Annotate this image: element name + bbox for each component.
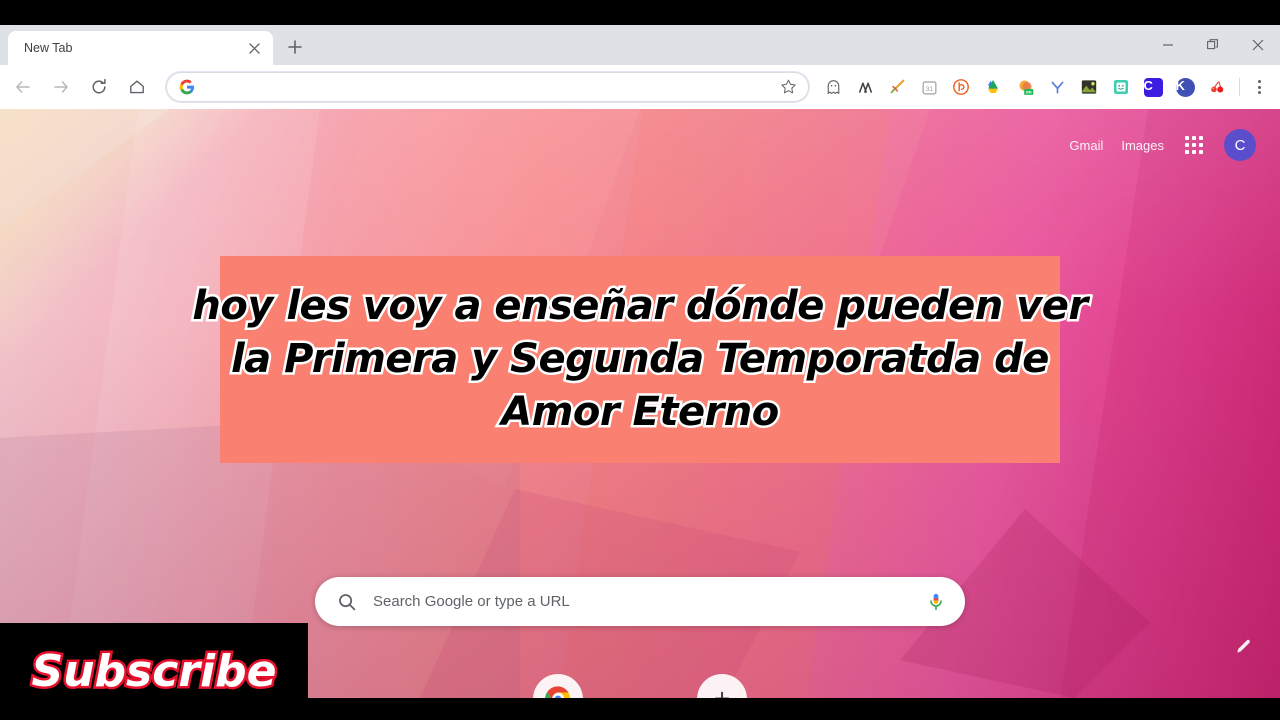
chrome-menu-button[interactable]: [1246, 73, 1272, 101]
cherry-extension-icon[interactable]: [1203, 73, 1231, 101]
home-icon[interactable]: [122, 72, 152, 102]
k-extension-icon[interactable]: K: [1171, 73, 1199, 101]
photo-extension-icon[interactable]: [1075, 73, 1103, 101]
shortcut-add[interactable]: + Add shortcut: [666, 674, 778, 698]
microphone-icon[interactable]: [925, 591, 947, 613]
subtitle-line-3: Amor Eterno: [499, 386, 782, 437]
ghost-extension-icon[interactable]: [819, 73, 847, 101]
sword-extension-icon[interactable]: [883, 73, 911, 101]
apps-grid-icon[interactable]: [1182, 133, 1206, 157]
tab-title: New Tab: [24, 41, 73, 55]
new-tab-button[interactable]: [281, 33, 309, 61]
bitly-extension-icon[interactable]: [947, 73, 975, 101]
close-icon[interactable]: [245, 39, 263, 57]
address-bar[interactable]: [166, 72, 809, 102]
shortcut-web-store[interactable]: Web Store: [502, 674, 614, 698]
star-icon[interactable]: [780, 78, 798, 96]
reload-icon[interactable]: [84, 72, 114, 102]
google-header: Gmail Images C: [1069, 129, 1256, 161]
restore-icon[interactable]: [1190, 27, 1235, 63]
images-link[interactable]: Images: [1121, 138, 1164, 153]
arc-extension-icon[interactable]: [851, 73, 879, 101]
svg-text:31: 31: [925, 85, 933, 92]
calendar-extension-icon[interactable]: 31: [915, 73, 943, 101]
plus-icon: +: [697, 674, 747, 698]
subscribe-label: Subscribe: [29, 645, 279, 697]
back-icon[interactable]: [8, 72, 38, 102]
c-extension-letter: C: [1143, 77, 1163, 97]
ntp-search-box[interactable]: Search Google or type a URL: [315, 577, 965, 626]
google-drive-extension-icon[interactable]: [979, 73, 1007, 101]
close-icon[interactable]: [1235, 27, 1280, 63]
search-icon: [337, 592, 357, 612]
window-controls: [1145, 25, 1280, 65]
gmail-link[interactable]: Gmail: [1069, 138, 1103, 153]
toolbar-divider: [1239, 78, 1240, 96]
grammarly-on-extension-icon[interactable]: on: [1011, 73, 1039, 101]
tab-new-tab[interactable]: New Tab: [8, 31, 273, 65]
svg-text:on: on: [1025, 90, 1031, 95]
letterbox-top: [0, 0, 1280, 25]
browser-toolbar: 31 on C K: [0, 65, 1280, 109]
yandex-extension-icon[interactable]: [1043, 73, 1071, 101]
plus-glyph: +: [714, 685, 730, 699]
subscribe-badge[interactable]: Subscribe: [0, 623, 308, 720]
minimize-icon[interactable]: [1145, 27, 1190, 63]
smiley-extension-icon[interactable]: [1107, 73, 1135, 101]
k-extension-letter: K: [1175, 77, 1195, 97]
subtitle-overlay: hoy les voy a enseñar dónde pueden ver l…: [190, 256, 1091, 463]
c-extension-icon[interactable]: C: [1139, 73, 1167, 101]
extension-icons: 31 on C K: [817, 73, 1272, 101]
tab-strip: New Tab: [0, 25, 1280, 65]
google-g-icon: [179, 79, 195, 95]
subtitle-line-1: hoy les voy a enseñar dónde pueden ver: [190, 281, 1091, 332]
pencil-edit-icon[interactable]: [1230, 632, 1258, 660]
ntp-search-placeholder: Search Google or type a URL: [373, 593, 570, 610]
forward-icon[interactable]: [46, 72, 76, 102]
avatar[interactable]: C: [1224, 129, 1256, 161]
chrome-web-store-icon: [533, 674, 583, 698]
subtitle-line-2: la Primera y Segunda Temporatda de: [229, 334, 1052, 385]
